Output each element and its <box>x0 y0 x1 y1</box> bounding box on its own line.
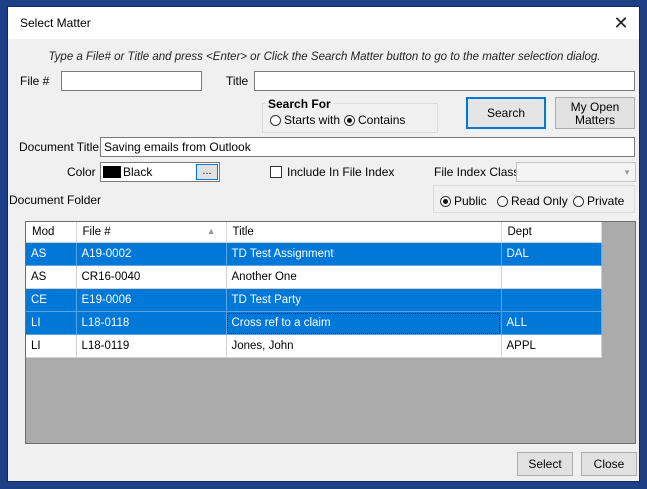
table-row[interactable]: LI L18-0118 Cross ref to a claim ALL <box>26 311 602 335</box>
file-index-class-label: File Index Class <box>434 165 520 179</box>
cell-mod[interactable]: AS <box>26 265 77 289</box>
cell-title[interactable]: Jones, John <box>226 334 502 358</box>
column-header-file-label: File # <box>82 226 111 238</box>
cell-mod[interactable]: LI <box>26 311 77 335</box>
radio-starts-with-indicator[interactable] <box>270 115 281 126</box>
cell-mod[interactable]: CE <box>26 288 77 312</box>
document-title-input[interactable]: Saving emails from Outlook <box>100 137 635 157</box>
cell-mod[interactable]: AS <box>26 242 77 266</box>
select-button[interactable]: Select <box>517 452 573 476</box>
cell-dept[interactable] <box>501 265 602 289</box>
cell-title[interactable]: TD Test Party <box>226 288 502 312</box>
color-label: Color <box>67 165 96 179</box>
search-button[interactable]: Search <box>466 97 546 129</box>
close-button[interactable]: Close <box>581 452 637 476</box>
include-in-file-index-checkbox[interactable]: Include In File Index <box>270 165 394 179</box>
cell-file[interactable]: L18-0118 <box>76 311 227 335</box>
window-title: Select Matter <box>20 16 91 30</box>
radio-contains[interactable]: Contains <box>344 113 405 127</box>
radio-public-indicator[interactable] <box>440 196 451 207</box>
cell-title[interactable]: Another One <box>226 265 502 289</box>
cell-dept[interactable]: ALL <box>501 311 602 335</box>
chevron-down-icon[interactable]: ▼ <box>623 166 631 180</box>
column-header-dept[interactable]: Dept <box>501 222 602 243</box>
instruction-hint: Type a File# or Title and press <Enter> … <box>48 51 601 63</box>
select-matter-dialog: Select Matter ✕ Type a File# or Title an… <box>7 6 640 482</box>
title-input[interactable] <box>254 71 635 91</box>
radio-contains-indicator[interactable] <box>344 115 355 126</box>
radio-private[interactable]: Private <box>573 194 624 208</box>
cell-file[interactable]: A19-0002 <box>76 242 227 266</box>
cell-dept[interactable] <box>501 288 602 312</box>
cell-file[interactable]: CR16-0040 <box>76 265 227 289</box>
radio-read-only-indicator[interactable] <box>497 196 508 207</box>
radio-private-label: Private <box>587 194 625 208</box>
radio-private-indicator[interactable] <box>573 196 584 207</box>
table-row[interactable]: AS CR16-0040 Another One <box>26 265 602 289</box>
radio-read-only[interactable]: Read Only <box>497 194 568 208</box>
color-value: Black <box>123 165 153 179</box>
radio-public-label: Public <box>454 194 487 208</box>
cell-title[interactable]: TD Test Assignment <box>226 242 502 266</box>
table-row[interactable]: CE E19-0006 TD Test Party <box>26 288 602 312</box>
title-bar: Select Matter ✕ <box>8 7 639 39</box>
cell-dept[interactable]: APPL <box>501 334 602 358</box>
table-row[interactable]: LI L18-0119 Jones, John APPL <box>26 334 602 358</box>
color-browse-button[interactable]: ... <box>196 164 218 180</box>
include-in-file-index-label: Include In File Index <box>287 165 395 179</box>
matter-table[interactable]: Mod File # ▲ Title Dept AS A19-0002 TD Te… <box>25 221 636 444</box>
file-number-input[interactable] <box>61 71 202 91</box>
sort-ascending-icon: ▲ <box>206 226 216 236</box>
column-header-mod[interactable]: Mod <box>26 222 77 243</box>
column-header-title[interactable]: Title <box>226 222 502 243</box>
include-in-file-index-box[interactable] <box>270 166 282 178</box>
document-folder-label: Document Folder <box>9 193 102 207</box>
color-swatch <box>103 166 121 178</box>
radio-starts-with-label: Starts with <box>284 113 341 127</box>
my-open-matters-button[interactable]: My Open Matters <box>555 97 635 129</box>
cell-mod[interactable]: LI <box>26 334 77 358</box>
radio-contains-label: Contains <box>358 113 406 127</box>
my-open-matters-line2: Matters <box>574 113 615 127</box>
table-header-row: Mod File # ▲ Title Dept <box>26 222 602 243</box>
file-number-label: File # <box>20 74 50 88</box>
document-title-label: Document Title <box>19 140 100 154</box>
radio-starts-with[interactable]: Starts with <box>270 113 340 127</box>
cell-file[interactable]: L18-0119 <box>76 334 227 358</box>
search-for-label: Search For <box>266 97 333 111</box>
file-index-class-select[interactable]: ▼ <box>516 162 636 182</box>
close-icon[interactable]: ✕ <box>609 11 633 35</box>
cell-title[interactable]: Cross ref to a claim <box>226 311 502 335</box>
column-header-file[interactable]: File # ▲ <box>76 222 227 243</box>
table-row[interactable]: AS A19-0002 TD Test Assignment DAL <box>26 242 602 266</box>
radio-public[interactable]: Public <box>440 194 487 208</box>
cell-dept[interactable]: DAL <box>501 242 602 266</box>
radio-read-only-label: Read Only <box>511 194 568 208</box>
cell-file[interactable]: E19-0006 <box>76 288 227 312</box>
title-label: Title <box>226 74 249 88</box>
